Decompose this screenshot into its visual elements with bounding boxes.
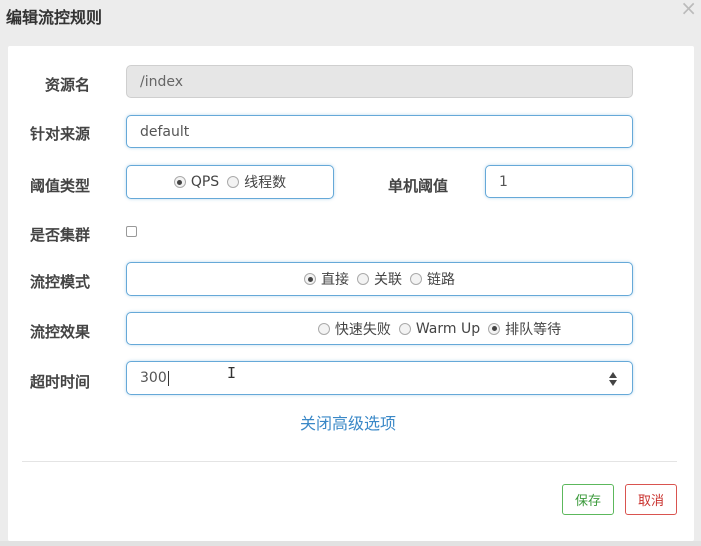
threshold-type-group: QPS 线程数: [126, 165, 334, 199]
flow-rule-dialog: 编辑流控规则 × 资源名 /index 针对来源 default 阈值类型 QP…: [0, 0, 701, 546]
radio-queue[interactable]: [488, 322, 501, 335]
number-spinner[interactable]: [609, 371, 618, 387]
control-mode-label: 流控模式: [30, 273, 91, 291]
cancel-button[interactable]: 取消: [625, 484, 677, 515]
control-mode-relate[interactable]: 关联: [357, 269, 402, 289]
radio-chain-label: 链路: [427, 272, 455, 288]
resource-input: /index: [126, 65, 633, 98]
origin-label: 针对来源: [30, 125, 91, 143]
radio-relate[interactable]: [357, 273, 369, 285]
control-mode-chain[interactable]: 链路: [410, 269, 455, 289]
resource-label: 资源名: [45, 76, 91, 94]
timeout-label: 超时时间: [30, 373, 91, 391]
radio-direct-label: 直接: [321, 272, 349, 288]
single-threshold-value: 1: [499, 173, 508, 190]
radio-relate-label: 关联: [374, 272, 402, 288]
radio-fail-fast-label: 快速失败: [334, 321, 391, 338]
radio-fail-fast[interactable]: [317, 322, 330, 335]
radio-qps[interactable]: [173, 176, 186, 188]
text-cursor: [167, 370, 169, 386]
mouse-ibeam-cursor-icon: I: [227, 364, 237, 382]
control-effect-group: 快速失败 Warm Up 排队等待: [126, 312, 633, 345]
control-mode-group: 直接 关联 链路: [126, 262, 633, 296]
radio-warm-up-label: Warm Up: [415, 320, 481, 337]
control-effect-queue[interactable]: 排队等待: [488, 319, 561, 339]
timeout-value: 300: [140, 370, 167, 386]
radio-direct[interactable]: [304, 273, 316, 285]
radio-warm-up[interactable]: [398, 322, 411, 335]
spinner-up-icon[interactable]: [609, 372, 617, 378]
dialog-header: 编辑流控规则 ×: [0, 0, 701, 46]
origin-input[interactable]: default: [126, 115, 633, 148]
dialog-title: 编辑流控规则: [6, 8, 103, 27]
resource-value: /index: [140, 73, 184, 90]
close-icon[interactable]: ×: [680, 0, 697, 20]
control-effect-fail-fast[interactable]: 快速失败: [317, 319, 391, 339]
control-mode-direct[interactable]: 直接: [304, 269, 349, 289]
control-effect-label: 流控效果: [30, 323, 91, 341]
threshold-type-qps[interactable]: QPS: [173, 174, 220, 190]
radio-qps-label: QPS: [190, 174, 220, 190]
spinner-down-icon[interactable]: [609, 380, 617, 386]
radio-thread[interactable]: [227, 176, 240, 188]
timeout-input[interactable]: 300: [126, 361, 633, 395]
origin-value: default: [140, 123, 190, 140]
radio-queue-label: 排队等待: [505, 321, 562, 338]
cluster-checkbox[interactable]: [126, 226, 137, 237]
threshold-type-thread[interactable]: 线程数: [227, 172, 286, 192]
radio-thread-label: 线程数: [244, 175, 287, 191]
control-effect-warm-up[interactable]: Warm Up: [398, 320, 481, 337]
footer-divider: [22, 461, 677, 462]
dialog-body: 资源名 /index 针对来源 default 阈值类型 QPS 线程数 单机阈…: [8, 46, 694, 541]
bottom-strip: [0, 541, 701, 546]
threshold-type-label: 阈值类型: [30, 177, 91, 195]
cluster-label: 是否集群: [30, 226, 91, 244]
single-threshold-label: 单机阈值: [388, 177, 449, 195]
save-button[interactable]: 保存: [562, 484, 614, 515]
radio-chain[interactable]: [410, 273, 422, 285]
single-threshold-input[interactable]: 1: [485, 165, 633, 198]
close-advanced-options-link[interactable]: 关闭高级选项: [300, 410, 396, 434]
